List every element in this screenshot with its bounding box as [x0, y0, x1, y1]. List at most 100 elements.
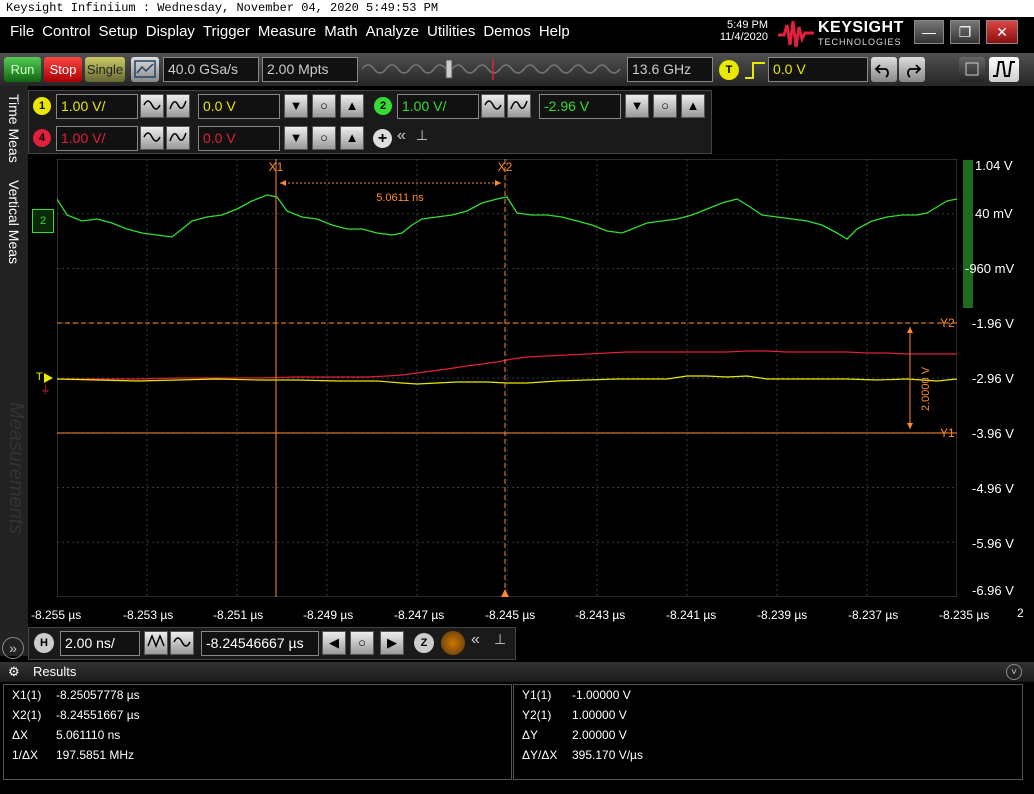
acquisition-overview[interactable]	[362, 57, 624, 82]
pin-icon[interactable]: ⊥	[416, 127, 428, 144]
menu-setup[interactable]: Setup	[99, 23, 138, 40]
horizontal-knob-icon[interactable]	[441, 631, 465, 655]
bandwidth-field[interactable]: 13.6 GHz	[627, 57, 713, 82]
ch4-offset-up-button[interactable]: ▲	[340, 126, 364, 150]
ch1-offset-field[interactable]: 0.0 V	[198, 94, 280, 119]
x-tick-label: -8.237 µs	[848, 608, 899, 622]
right-edge-indicator: 2	[1017, 606, 1024, 620]
ch4-offset-zero-button[interactable]: ○	[312, 126, 336, 150]
position-left-button[interactable]: ◀	[322, 631, 346, 655]
position-zero-button[interactable]: ○	[350, 631, 374, 655]
memory-depth-field[interactable]: 2.00 Mpts	[262, 57, 358, 82]
horizontal-scale-down-button[interactable]	[144, 631, 168, 655]
autoscale-button[interactable]	[131, 57, 159, 82]
undo-icon	[874, 64, 889, 78]
ch4-scale-down-button[interactable]	[140, 126, 164, 150]
wave-up-icon	[510, 100, 528, 110]
minimize-button[interactable]: —	[914, 20, 944, 44]
sample-rate-field[interactable]: 40.0 GSa/s	[163, 57, 259, 82]
x-tick-label: -8.243 µs	[575, 608, 626, 622]
expand-sidebar-button[interactable]: »	[2, 637, 24, 659]
ch2-badge[interactable]: 2	[374, 97, 392, 115]
horizontal-scale-up-button[interactable]	[170, 631, 194, 655]
result-value: -8.25057778 µs	[56, 688, 140, 702]
ch4-scale-field[interactable]: 1.00 V/	[56, 126, 138, 151]
y-tick-label: -4.96 V	[972, 481, 1014, 496]
trigger-badge[interactable]: T	[719, 60, 739, 80]
menu-file[interactable]: File	[10, 23, 34, 40]
horizontal-badge[interactable]: H	[34, 633, 54, 653]
results-gear-icon[interactable]: ⚙	[8, 664, 20, 680]
redo-button[interactable]	[899, 57, 925, 82]
ch2-offset-down-button[interactable]: ▼	[625, 94, 649, 118]
waveform-display[interactable]: X1 X2 5.0611 ns Y2 Y1 2.0000 V	[57, 159, 957, 597]
run-button[interactable]: Run	[4, 57, 41, 82]
delta-y-label: 2.0000 V	[920, 366, 932, 411]
ch2-offset-zero-button[interactable]: ○	[653, 94, 677, 118]
grip-button[interactable]	[959, 57, 985, 82]
brand-sub: TECHNOLOGIES	[818, 37, 902, 47]
y-tick-label: -960 mV	[965, 261, 1015, 276]
trigger-level-field[interactable]: 0.0 V	[768, 57, 868, 82]
result-value: 1.00000 V	[572, 708, 627, 722]
ch1-offset-zero-button[interactable]: ○	[312, 94, 336, 118]
horizontal-position-field[interactable]: -8.24546667 µs	[201, 631, 319, 656]
menu-math[interactable]: Math	[324, 23, 357, 40]
single-button[interactable]: Single	[85, 57, 125, 82]
horizontal-scale-field[interactable]: 2.00 ns/	[60, 631, 140, 656]
ch1-scale-field[interactable]: 1.00 V/	[56, 94, 138, 119]
ch1-offset-down-button[interactable]: ▼	[284, 94, 308, 118]
undo-button[interactable]	[871, 57, 897, 82]
ch4-ground-icon: ⏚	[40, 384, 51, 396]
ch2-scale-up-button[interactable]	[507, 94, 531, 118]
ch2-offset-up-button[interactable]: ▲	[681, 94, 705, 118]
waveform-mode-button[interactable]	[989, 57, 1019, 82]
ch4-badge[interactable]: 4	[33, 129, 51, 147]
menu-measure[interactable]: Measure	[258, 23, 316, 40]
x-tick-label: -8.247 µs	[394, 608, 445, 622]
menu-display[interactable]: Display	[146, 23, 195, 40]
ch1-scale-up-button[interactable]	[166, 94, 190, 118]
ch4-offset-down-button[interactable]: ▼	[284, 126, 308, 150]
tab-time-meas[interactable]: Time Meas	[6, 94, 22, 163]
collapse-horizontal-icon[interactable]: «	[471, 631, 480, 649]
menu-help[interactable]: Help	[539, 23, 570, 40]
ch4-offset-field[interactable]: 0.0 V	[198, 126, 280, 151]
tab-measurements[interactable]: Measurements	[4, 402, 27, 534]
result-value: 197.5851 MHz	[56, 748, 135, 762]
tab-vertical-meas[interactable]: Vertical Meas	[6, 180, 22, 264]
y-tick-label: -1.96 V	[972, 316, 1014, 331]
clock-date: 11/4/2020	[719, 31, 768, 43]
zoom-badge[interactable]: Z	[414, 633, 434, 653]
pin-icon[interactable]: ⊥	[494, 631, 506, 648]
result-value: 2.00000 V	[572, 728, 627, 742]
menu-control[interactable]: Control	[42, 23, 90, 40]
results-title[interactable]: Results	[33, 664, 76, 679]
ch2-offset-field[interactable]: -2.96 V	[539, 94, 621, 119]
ch1-scale-down-button[interactable]	[140, 94, 164, 118]
y-tick-label: 1.04 V	[975, 158, 1013, 173]
menu-analyze[interactable]: Analyze	[366, 23, 419, 40]
ch4-scale-up-button[interactable]	[166, 126, 190, 150]
stop-button[interactable]: Stop	[44, 57, 82, 82]
ch1-offset-up-button[interactable]: ▲	[340, 94, 364, 118]
ch2-scale-down-button[interactable]	[481, 94, 505, 118]
y-tick-label: -5.96 V	[972, 536, 1014, 551]
wave-up-icon	[169, 132, 187, 142]
ch1-badge[interactable]: 1	[33, 97, 51, 115]
y-tick-label: 40 mV	[975, 206, 1013, 221]
ch2-ground-marker[interactable]: 2	[32, 209, 54, 233]
result-label: X1(1)	[12, 688, 42, 702]
position-right-button[interactable]: ▶	[380, 631, 404, 655]
menu-trigger[interactable]: Trigger	[203, 23, 250, 40]
rising-edge-icon[interactable]	[743, 58, 767, 82]
menu-demos[interactable]: Demos	[483, 23, 531, 40]
add-channel-button[interactable]: +	[373, 129, 392, 148]
ch2-scale-field[interactable]: 1.00 V/	[397, 94, 479, 119]
results-collapse-icon[interactable]: ˅	[1006, 664, 1022, 680]
restore-button[interactable]: ❐	[950, 20, 980, 44]
menu-utilities[interactable]: Utilities	[427, 23, 475, 40]
collapse-channels-icon[interactable]: «	[397, 127, 406, 145]
result-label: ΔY	[522, 728, 539, 742]
close-button[interactable]: ✕	[986, 20, 1018, 44]
